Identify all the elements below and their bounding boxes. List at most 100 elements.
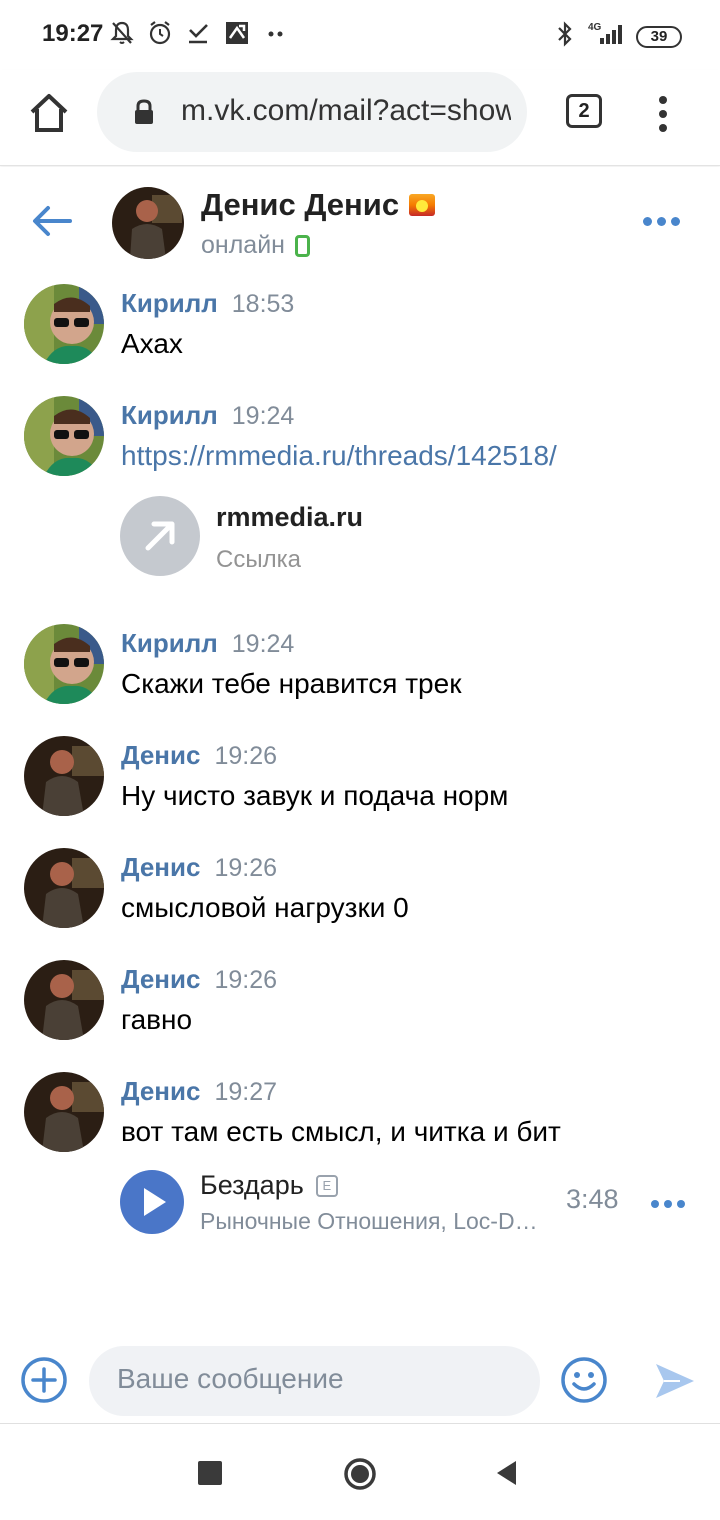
- link-domain: rmmedia.ru: [216, 502, 364, 532]
- url-text: m.vk.com/mail?act=show: [181, 94, 511, 127]
- audio-artist: Рыночные Отношения, Loc-Dog: [200, 1208, 540, 1234]
- avatar-kirill[interactable]: [24, 284, 104, 364]
- home-icon: [30, 94, 68, 132]
- avatar-denis[interactable]: [24, 960, 104, 1040]
- plus-circle-icon: [21, 1357, 67, 1403]
- recents-button[interactable]: [198, 1461, 222, 1485]
- circle-home-icon: [344, 1458, 376, 1490]
- triangle-back-icon: [497, 1461, 516, 1485]
- system-navigation-bar: [0, 1425, 720, 1520]
- avatar-image-denis: [24, 848, 104, 928]
- battery-indicator: 39: [636, 25, 682, 48]
- message-item[interactable]: Денис 19:26 Ну чисто завук и подача норм: [0, 736, 720, 826]
- message-text: Скажи тебе нравится трек: [121, 668, 462, 699]
- avatar-denis[interactable]: [24, 1072, 104, 1152]
- message-author[interactable]: Денис: [121, 740, 200, 770]
- mute-bell-icon: [110, 20, 134, 46]
- avatar-image-denis: [24, 960, 104, 1040]
- link-label: Ссылка: [216, 546, 301, 573]
- download-done-icon: [186, 20, 210, 46]
- home-button[interactable]: [24, 88, 74, 138]
- message-item[interactable]: Денис 19:26 гавно: [0, 960, 720, 1050]
- message-header: Кирилл 19:24: [121, 400, 294, 431]
- send-icon: [656, 1364, 694, 1398]
- browser-menu-button[interactable]: [653, 94, 673, 134]
- message-text: смысловой нагрузки 0: [121, 892, 409, 923]
- chat-title[interactable]: Денис Денис: [201, 187, 436, 223]
- play-button[interactable]: [120, 1170, 184, 1234]
- send-button[interactable]: [652, 1358, 698, 1409]
- back-button[interactable]: [30, 203, 74, 244]
- mobile-online-icon: [294, 234, 310, 257]
- message-header: Денис 19:26: [121, 852, 277, 883]
- status-time: 19:27: [42, 20, 104, 47]
- bluetooth-icon: [556, 20, 574, 53]
- chat-avatar[interactable]: [112, 187, 184, 259]
- status-system-icons: 4G 39: [556, 20, 682, 53]
- message-item[interactable]: Денис 19:27 вот там есть смысл, и читка и…: [0, 1072, 720, 1252]
- message-time: 19:27: [214, 1078, 278, 1106]
- message-input[interactable]: [117, 1363, 517, 1395]
- message-author[interactable]: Кирилл: [121, 400, 218, 430]
- avatar-image-denis: [24, 736, 104, 816]
- audio-attachment[interactable]: Бездарь E Рыночные Отношения, Loc-Dog 3:…: [120, 1170, 700, 1236]
- audio-more-button[interactable]: [651, 1200, 685, 1208]
- explicit-badge: E: [315, 1174, 338, 1197]
- message-item[interactable]: Денис 19:26 смысловой нагрузки 0: [0, 848, 720, 938]
- system-home-button[interactable]: [343, 1457, 377, 1496]
- avatar-image-denis: [112, 187, 184, 259]
- message-author[interactable]: Денис: [121, 964, 200, 994]
- message-item[interactable]: Кирилл 19:24 https://rmmedia.ru/threads/1…: [0, 396, 720, 596]
- message-time: 19:26: [214, 742, 278, 770]
- message-header: Кирилл 18:53: [121, 288, 294, 319]
- emoji-button[interactable]: [560, 1356, 608, 1409]
- avatar-image-kirill: [24, 284, 104, 364]
- dot: [664, 1200, 672, 1208]
- message-text: Ахах: [121, 328, 183, 359]
- avatar-kirill[interactable]: [24, 396, 104, 476]
- dot: [677, 1200, 685, 1208]
- link-thumbnail: [120, 496, 200, 576]
- avatar-image-kirill: [24, 624, 104, 704]
- message-author[interactable]: Кирилл: [121, 628, 218, 658]
- dot: [657, 217, 666, 226]
- message-text: Ну чисто завук и подача норм: [121, 780, 509, 811]
- system-back-button[interactable]: [494, 1458, 520, 1493]
- sunset-emoji-icon: [409, 194, 436, 216]
- browser-toolbar: m.vk.com/mail?act=show 2: [0, 70, 720, 166]
- address-bar[interactable]: m.vk.com/mail?act=show: [97, 72, 527, 152]
- message-time: 18:53: [231, 290, 295, 318]
- message-time: 19:26: [214, 854, 278, 882]
- vertical-dots-icon: [659, 96, 667, 132]
- smiley-icon: [561, 1357, 607, 1403]
- message-header: Денис 19:26: [121, 740, 277, 771]
- message-link[interactable]: https://rmmedia.ru/threads/142518/: [121, 440, 557, 472]
- message-author[interactable]: Кирилл: [121, 288, 218, 318]
- link-attachment[interactable]: rmmedia.ru Ссылка: [120, 496, 600, 578]
- avatar-denis[interactable]: [24, 736, 104, 816]
- audio-duration: 3:48: [566, 1184, 619, 1214]
- message-header: Денис 19:26: [121, 964, 277, 995]
- message-author[interactable]: Денис: [121, 1076, 200, 1106]
- chat-actions-button[interactable]: [643, 217, 680, 226]
- message-item[interactable]: Кирилл 19:24 Скажи тебе нравится трек: [0, 624, 720, 714]
- dot: [671, 217, 680, 226]
- message-text: гавно: [121, 1004, 193, 1035]
- status-notification-icons: [110, 20, 288, 46]
- avatar-denis[interactable]: [24, 848, 104, 928]
- message-time: 19:24: [231, 630, 295, 658]
- avatar-kirill[interactable]: [24, 624, 104, 704]
- online-status: онлайн: [201, 231, 310, 260]
- dot: [651, 1200, 659, 1208]
- message-header: Денис 19:27: [121, 1076, 277, 1107]
- attach-button[interactable]: [20, 1356, 68, 1404]
- external-link-arrow-icon: [145, 521, 175, 551]
- message-time: 19:24: [231, 402, 295, 430]
- more-notifications-icon: [264, 20, 288, 46]
- message-author[interactable]: Денис: [121, 852, 200, 882]
- tab-switcher-button[interactable]: 2: [566, 94, 602, 128]
- audio-title-row: Бездарь E: [200, 1170, 338, 1201]
- network-type-label: 4G: [588, 22, 602, 33]
- avatar-image-denis: [24, 1072, 104, 1152]
- message-item[interactable]: Кирилл 18:53 Ахах: [0, 284, 720, 374]
